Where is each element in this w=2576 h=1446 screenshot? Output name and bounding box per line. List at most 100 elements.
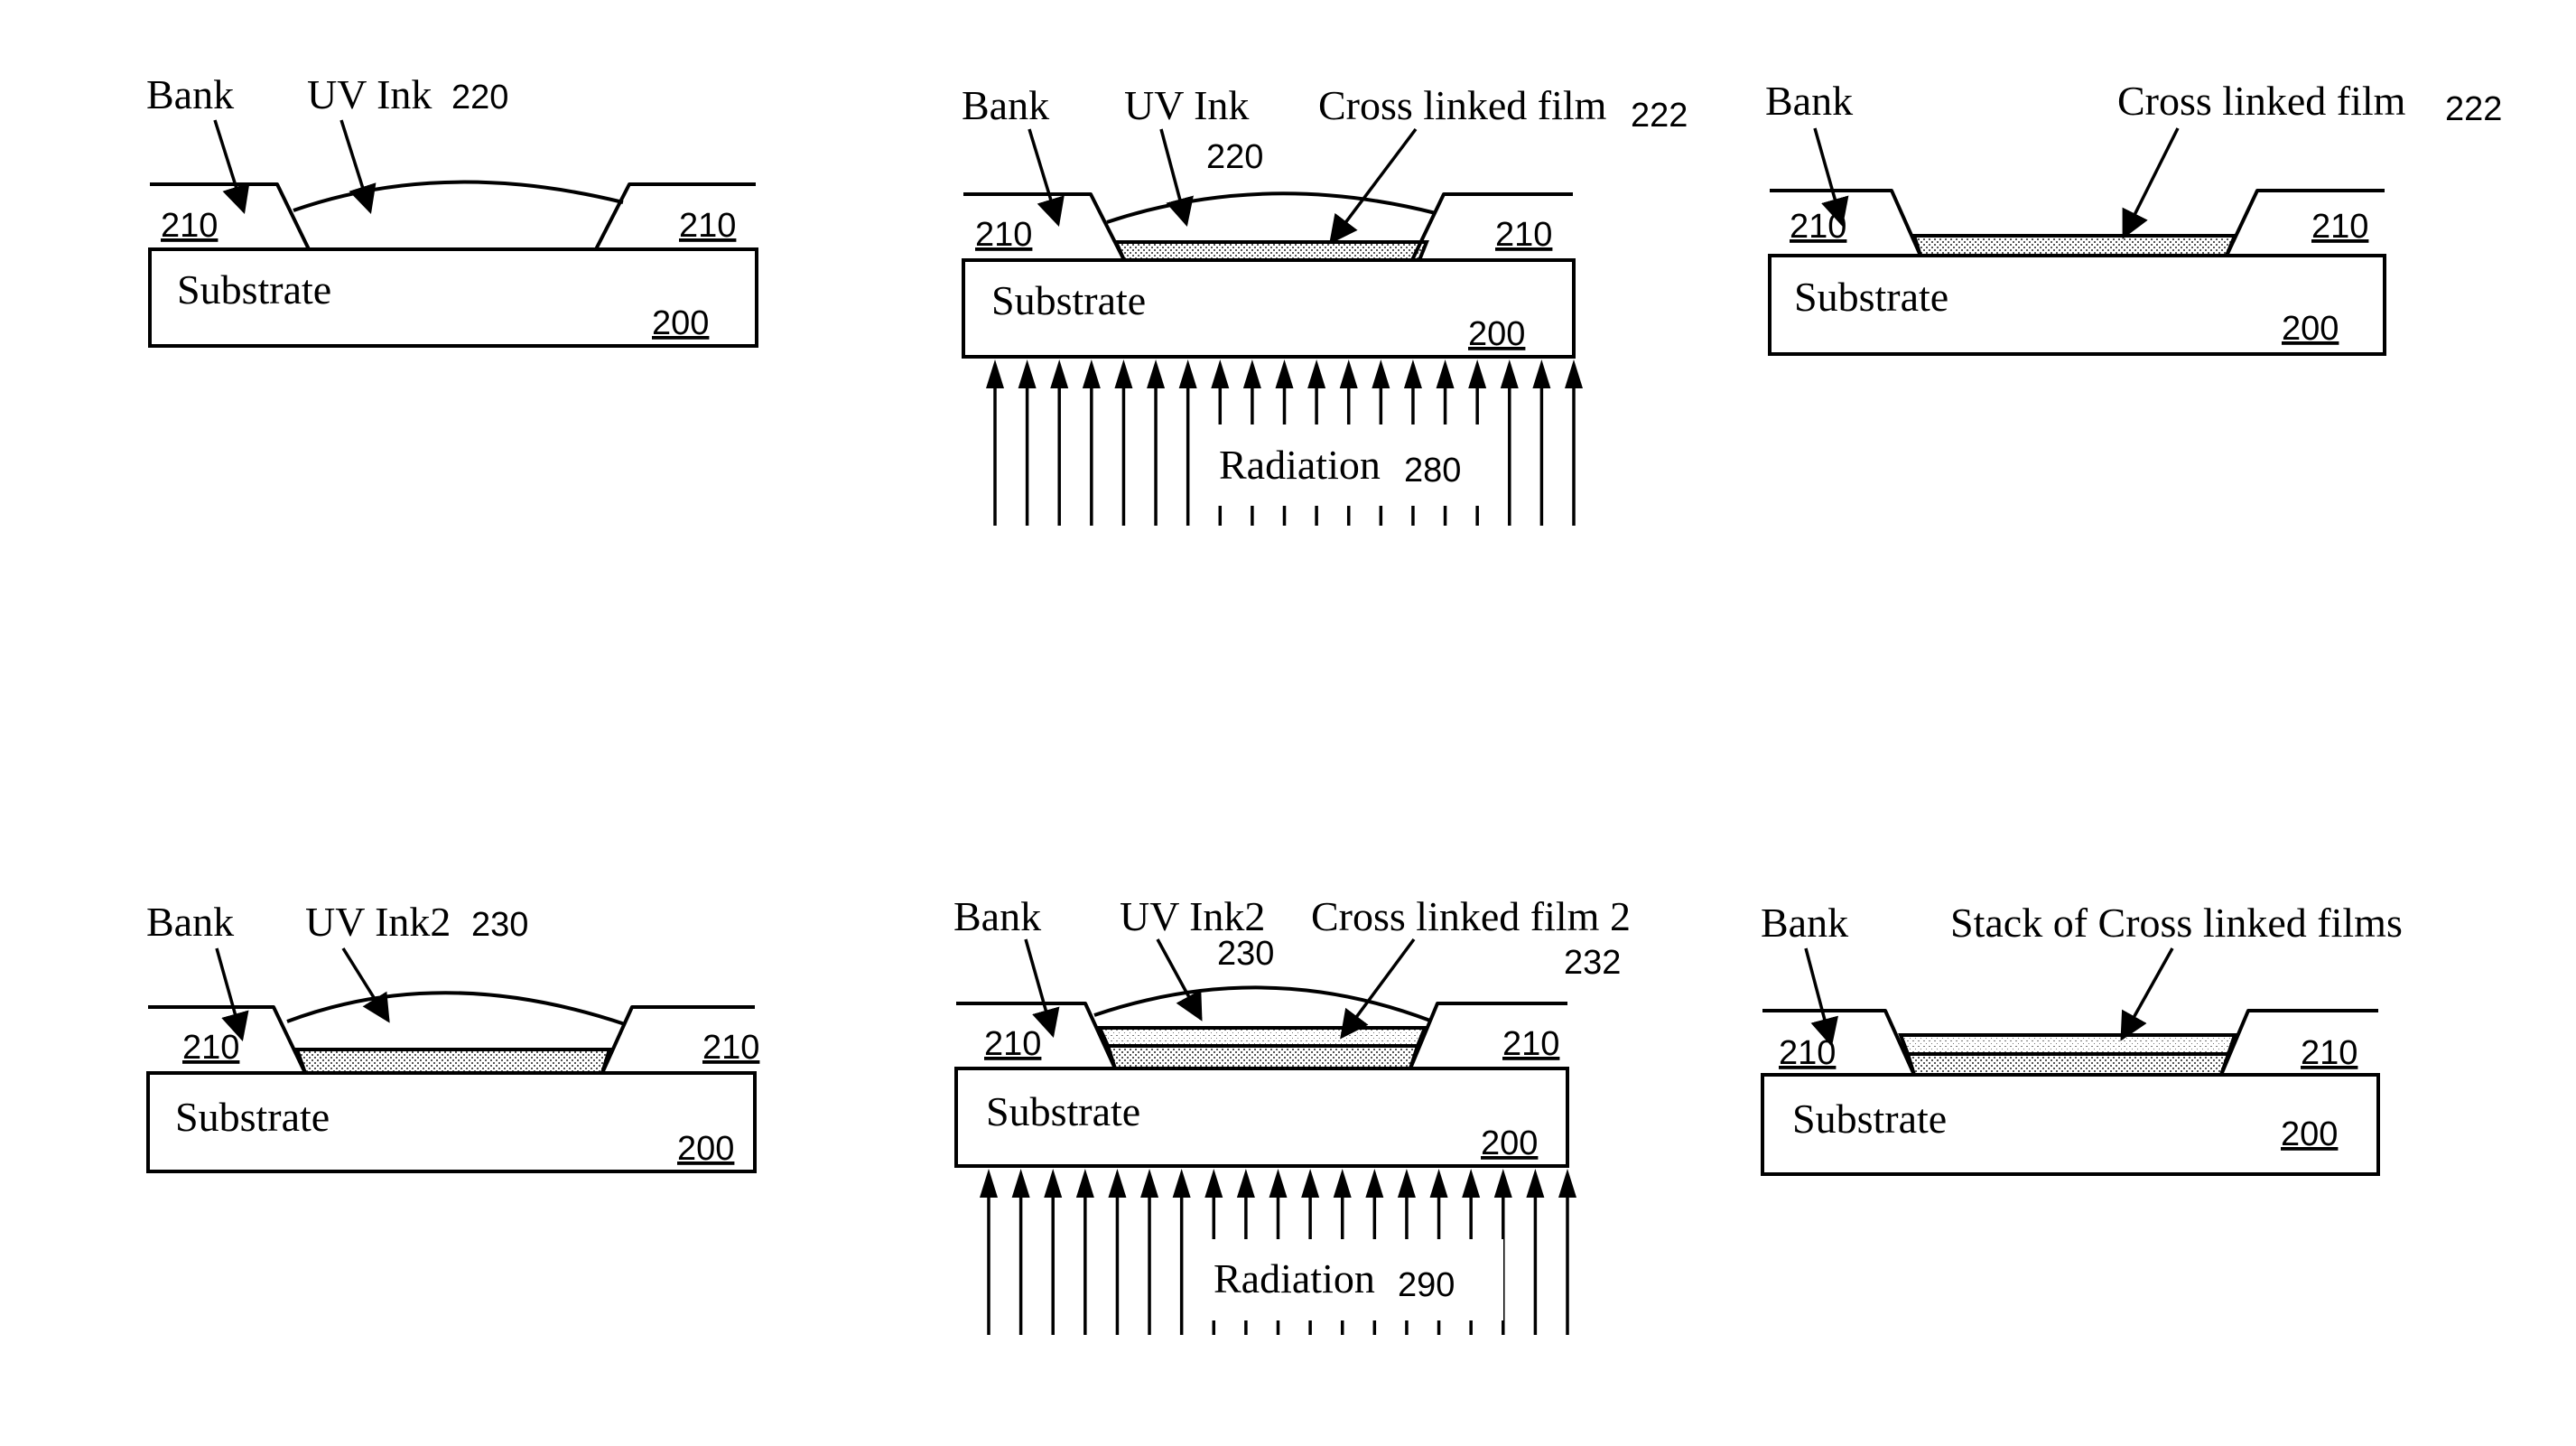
bank-left-ref: 210 [975,216,1032,254]
cross-linked-film [1911,234,2237,257]
bank-leader-arrow [215,947,249,1042]
ink-ref: 230 [471,906,528,944]
ink-label: UV Ink [307,71,432,117]
radiation-arrowhead [1242,359,1261,388]
substrate-label: Substrate [986,1088,1140,1134]
radiation-arrowhead [1532,359,1551,388]
radiation-arrowhead [1050,359,1069,388]
radiation-arrowhead [1236,1169,1255,1198]
bank-right-ref: 210 [2301,1034,2357,1072]
radiation-arrowhead [986,359,1004,388]
ink-label: UV Ink [1124,82,1249,128]
cross-linked-film-2 [1096,1026,1427,1048]
film-leader-arrow [1329,127,1418,245]
cross-linked-film [1112,240,1429,262]
substrate-label: Substrate [1794,274,1948,320]
radiation-arrowhead [1403,359,1422,388]
film-ref: 222 [1631,97,1688,135]
cross-linked-film [294,1048,612,1075]
radiation-arrowhead [1301,1169,1320,1198]
radiation-arrowhead [1172,1169,1191,1198]
cross-linked-film-2 [1898,1033,2237,1056]
radiation-arrowhead [1140,1169,1159,1198]
ink-label: UV Ink2 [305,899,451,945]
ink-ref: 220 [1206,138,1263,176]
ink-leader-arrow [1156,938,1203,1022]
radiation-arrowhead [1011,1169,1030,1198]
film-label: Cross linked film 2 [1311,893,1631,939]
bank-left-ref: 210 [161,207,218,245]
film-ref: 222 [2445,90,2502,128]
radiation-arrowhead [1500,359,1519,388]
substrate-label: Substrate [175,1094,330,1140]
radiation-arrowhead [1565,359,1583,388]
radiation-arrowhead [1365,1169,1384,1198]
cross-linked-film-1 [1105,1044,1420,1070]
bank-left-ref: 210 [182,1029,239,1067]
radiation-arrowhead [1178,359,1197,388]
ink-label: UV Ink2 [1120,893,1265,939]
bank-leader-arrow [1028,128,1065,228]
radiation-arrowhead [1493,1169,1512,1198]
bank-right-ref: 210 [1495,216,1552,254]
substrate-ref: 200 [2282,310,2339,348]
substrate-ref: 200 [2281,1115,2338,1153]
panel-3: Bank Cross linked film 222 210 210 Subst… [1765,78,2502,356]
bank-leader-arrow [1024,938,1060,1039]
bank-outline [150,182,756,251]
radiation-arrowhead [1429,1169,1448,1198]
substrate-label: Substrate [991,277,1146,323]
bank-label: Bank [1761,900,1848,946]
radiation-arrowhead [1211,359,1230,388]
uv-ink-drop [1093,985,1431,1022]
uv-ink-drop [1106,191,1437,224]
panel-5: Bank UV Ink2 230 Cross linked film 2 232… [953,893,1631,1335]
radiation-arrowhead [1114,359,1133,388]
bank-right-ref: 210 [2311,208,2368,246]
radiation-arrowhead [1108,1169,1127,1198]
uv-ink-drop [286,991,626,1026]
film-leader-arrow [2120,947,2174,1041]
bank-right-ref: 210 [679,207,736,245]
ink-leader-arrow [339,119,377,215]
radiation-arrowhead [1075,1169,1094,1198]
radiation-label: Radiation [1219,442,1381,488]
bank-leader-arrow [213,119,250,215]
bank-right-ref: 210 [702,1029,759,1067]
radiation-arrowhead [1339,359,1358,388]
radiation-arrowhead [1044,1169,1063,1198]
radiation-arrowhead [1204,1169,1223,1198]
bank-label: Bank [953,893,1041,939]
radiation-arrowhead [1436,359,1455,388]
radiation-arrowhead [1275,359,1294,388]
ink-leader-arrow [341,947,390,1023]
bank-right-ref: 210 [1502,1025,1559,1063]
bank-left-ref: 210 [1790,208,1846,246]
bank-leader-arrow [1804,947,1838,1048]
ink-ref: 230 [1217,935,1274,973]
bank-label: Bank [146,899,234,945]
radiation-ref: 290 [1398,1266,1455,1304]
ink-leader-arrow [1159,128,1194,228]
uv-ink-drop [293,180,624,212]
radiation-arrowhead [1462,1169,1481,1198]
bank-label: Bank [1765,78,1853,124]
substrate-ref: 200 [677,1130,734,1168]
bank-label: Bank [146,71,234,117]
panel-6: Bank Stack of Cross linked films 210 210… [1761,900,2403,1176]
ink-ref: 220 [451,79,508,117]
panel-4: Bank UV Ink2 230 210 210 Substrate 200 [146,899,759,1173]
substrate-label: Substrate [177,266,331,313]
radiation-arrowhead [1558,1169,1576,1198]
film-label: Stack of Cross linked films [1950,900,2403,946]
radiation-arrowhead [1082,359,1101,388]
radiation-label: Radiation [1214,1255,1375,1301]
film-leader-arrow [1340,938,1416,1040]
film-leader-arrow [2122,127,2180,239]
bank-left-ref: 210 [984,1025,1041,1063]
film-ref: 232 [1564,944,1621,982]
bank-left-ref: 210 [1779,1034,1836,1072]
bank-label: Bank [962,82,1049,128]
substrate-ref: 200 [1481,1124,1538,1162]
radiation-arrowhead [1018,359,1037,388]
